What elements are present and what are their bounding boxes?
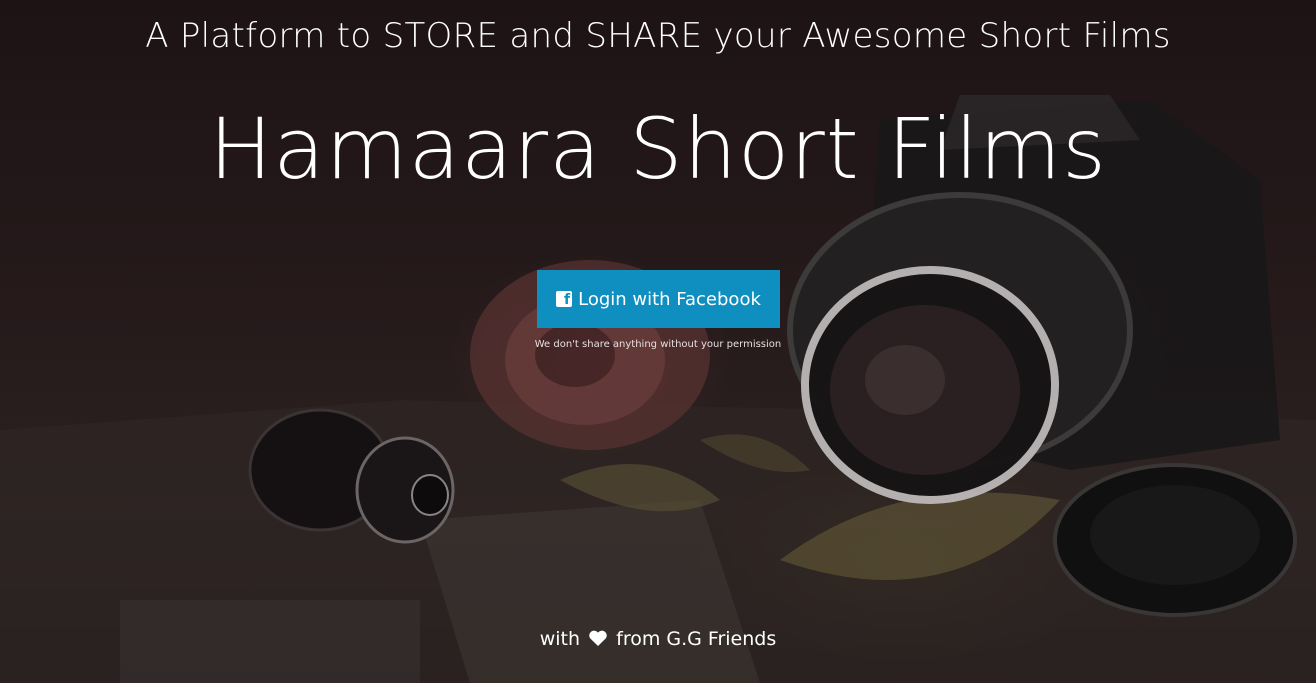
- facebook-icon: f: [556, 291, 573, 307]
- page-title: Hamaara Short Films: [209, 100, 1107, 198]
- facebook-login-button[interactable]: f Login with Facebook: [537, 270, 780, 328]
- hero-section: A Platform to STORE and SHARE your Aweso…: [0, 0, 1316, 683]
- privacy-disclaimer: We don't share anything without your per…: [534, 339, 782, 350]
- footer-credit: with from G.G Friends: [0, 628, 1316, 650]
- heart-icon: [589, 630, 607, 646]
- login-button-label: Login with Facebook: [578, 288, 761, 310]
- tagline: A Platform to STORE and SHARE your Aweso…: [145, 16, 1171, 56]
- footer-suffix: from G.G Friends: [616, 628, 777, 650]
- footer-prefix: with: [539, 628, 581, 650]
